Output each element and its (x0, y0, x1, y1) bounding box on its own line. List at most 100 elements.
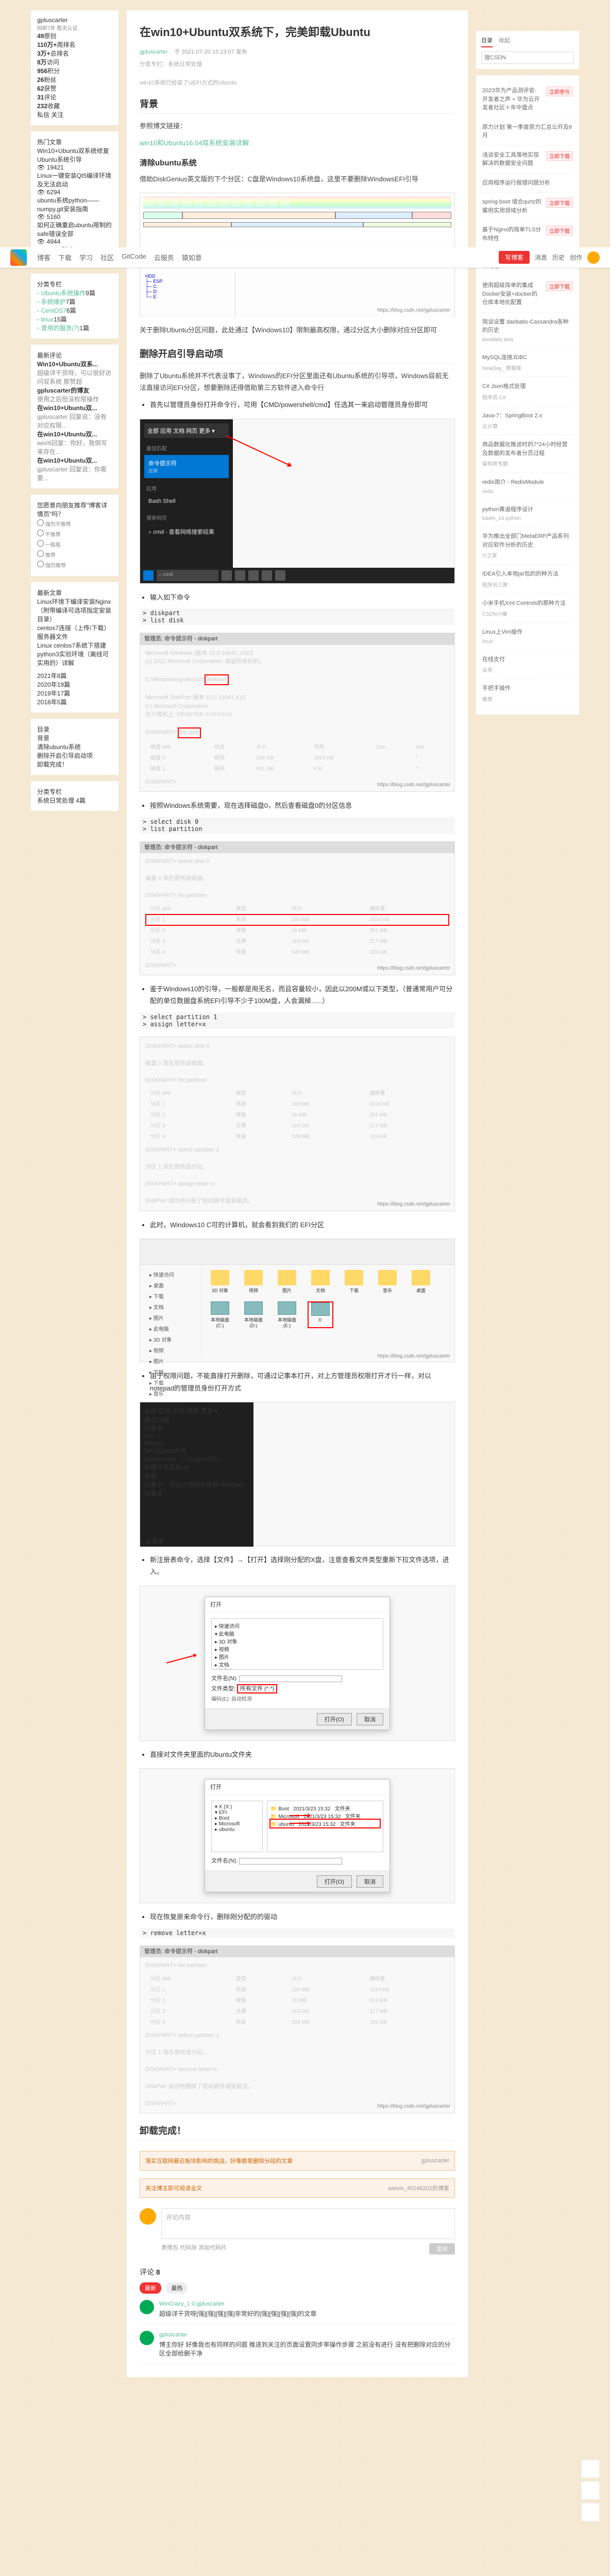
explorer-tree-item[interactable]: ▸ 3D 对象 (144, 1334, 197, 1345)
tree-node[interactable]: ▸ ubuntu (215, 1827, 259, 1833)
creation-link[interactable]: 创作 (570, 253, 582, 262)
tree-node[interactable]: ▾ X (X:) (215, 1804, 259, 1810)
commenter-avatar[interactable] (140, 2300, 154, 2314)
archive-link[interactable]: Linux centos7系统下搭建python3实验环境（离线可实用的）详解 (37, 641, 112, 667)
reco-link[interactable]: spring boot 增合qurtz的案例实用领域分析立即下载 (482, 193, 573, 221)
comment-tools[interactable]: 表情包 代码块 添加代码片 (161, 2243, 227, 2255)
folder-item[interactable]: 音乐 (375, 1270, 400, 1294)
reco-link[interactable]: 基于Nginx的简单TLS分布特性立即下载 (482, 221, 573, 248)
notepad-result[interactable]: 记事本 应用 (144, 1424, 249, 1439)
folder-item[interactable]: 桌面 (408, 1270, 434, 1294)
reco-link[interactable]: 在线支付业务 (482, 650, 573, 680)
nav-blog[interactable]: 博客 (37, 252, 50, 262)
recent-comment[interactable]: 在win10+Ubuntu双...wei/6回复：你好，我倒写来存在... (37, 430, 112, 456)
action-top[interactable] (581, 2503, 600, 2521)
toc-link[interactable]: 卸载完成！ (37, 760, 112, 769)
open-button[interactable]: 打开(O) (317, 1713, 352, 1725)
recent-comment[interactable]: 在win10+Ubuntu双...gpluscarter 回复说：你需要... (37, 456, 112, 482)
tree-node[interactable]: ▸ 文档 (215, 1660, 380, 1668)
p-ref-link[interactable]: win10和Ubuntu16.04双系统安装详解 (140, 137, 455, 149)
action-share[interactable] (581, 2481, 600, 2500)
explorer-tree-item[interactable]: ▸ 文档 (144, 1301, 197, 1312)
hot-article-link[interactable]: ubuntu系统python——numpy,git安装指南👁 5160 (37, 196, 112, 221)
taskbar-icon[interactable] (248, 570, 259, 581)
msg-link[interactable]: 消息 (535, 253, 547, 262)
explorer-tree-item[interactable]: ▸ 图片 (144, 1355, 197, 1366)
reco-link[interactable]: 2023华为产品测评官-开发者之声 + 华为云开发者社区＋年中盘点立即参与 (482, 81, 573, 118)
category-link[interactable]: ▫ 曾用的服务(?)1篇 (37, 324, 112, 332)
user-avatar[interactable] (587, 251, 600, 264)
reco-link[interactable]: python黄道程序设计kawhi_14 python (482, 500, 573, 528)
toc-link[interactable]: 背景 (37, 734, 112, 742)
drive-item[interactable]: X: (308, 1301, 333, 1328)
folder-item[interactable]: 视频 (241, 1270, 266, 1294)
nav-download[interactable]: 下载 (58, 252, 72, 262)
tree-node[interactable]: ▸ 图片 (215, 1653, 380, 1660)
cmd-result[interactable]: 命令提示符 应用 (144, 455, 229, 478)
filetype-select[interactable]: 所有文件 (*.*) (237, 1684, 277, 1693)
folder-item[interactable]: 下载 (341, 1270, 367, 1294)
explorer-tree-item[interactable]: ▸ 快速访问 (144, 1269, 197, 1280)
write-blog-button[interactable]: 写博客 (499, 251, 530, 264)
tree-node[interactable]: ▸ 视频 (215, 1645, 380, 1653)
year-archive[interactable]: 2021年8篇 (37, 671, 112, 680)
reco-link[interactable]: 简谈设置 daobatis-Cassandra各种的历史javadaily ja… (482, 313, 573, 348)
explorer-tree-item[interactable]: ▸ 图片 (144, 1312, 197, 1323)
drive-item[interactable]: 本地磁盘 (E:) (274, 1301, 300, 1328)
tree-node[interactable]: ▾ EFI (215, 1810, 259, 1816)
survey-option[interactable]: 强烈不推荐 (37, 518, 112, 529)
related-article-1[interactable]: 落实互联网最近板块影响的挑战，好像都是删除分段的文章 gpluscarter (140, 2151, 455, 2171)
commenter-name[interactable]: WinCrazy_1 0 gpluscarter (159, 2301, 225, 2307)
taskbar-icon[interactable] (235, 570, 245, 581)
explorer-tree-item[interactable]: ▸ 桌面 (144, 1280, 197, 1291)
tag-item[interactable]: 系统日常处理 (37, 797, 74, 804)
tree-node[interactable]: ▸ X (X:) (215, 1668, 380, 1670)
reco-link[interactable]: redis简介 - RedisModuleredis (482, 473, 573, 500)
author-link[interactable]: gpluscarter (140, 49, 167, 55)
site-logo[interactable] (10, 249, 27, 266)
taskbar-icon[interactable] (262, 570, 272, 581)
start-button[interactable] (143, 570, 154, 581)
commenter-name[interactable]: gpluscarter (159, 2332, 187, 2338)
tree-node[interactable]: ▸ 快速访问 (215, 1622, 380, 1630)
related-article-2[interactable]: 关注博主即可阅读全文 weixin_45246202的博客 (140, 2178, 455, 2198)
folder-item[interactable]: 图片 (274, 1270, 300, 1294)
open-button[interactable]: 打开(O) (317, 1875, 352, 1888)
cancel-button[interactable]: 取消 (357, 1713, 383, 1725)
cmd-web-search[interactable]: ⌕ cmd - 查看网络搜索结果 (144, 524, 229, 539)
category-link[interactable]: ▫ linux15篇 (37, 315, 112, 324)
author-name[interactable]: gpluscarter (37, 16, 112, 24)
reco-link[interactable]: Java-7：SpringBoot 2.x云计算 (482, 406, 573, 436)
taskbar-icon[interactable] (275, 570, 285, 581)
commenter-avatar[interactable] (140, 2331, 154, 2345)
category-link[interactable]: ▫ Ubuntu系统操作9篇 (37, 289, 112, 297)
toc-link[interactable]: 删除开启引导启动项 (37, 751, 112, 760)
survey-option[interactable]: 一般般 (37, 539, 112, 549)
taskbar-search[interactable]: ⌕ 记事本 (140, 1537, 454, 1546)
recent-comment[interactable]: 在win10+Ubuntu双...gpluscarter 回复说：没有对应权限.… (37, 403, 112, 430)
reco-link[interactable]: 原力计划 第一季度原力汇总公开及6月 (482, 118, 573, 146)
nav-yuanruyi[interactable]: 猿如意 (182, 252, 202, 262)
reco-link[interactable]: C# Json格式处理程序员 C# (482, 377, 573, 406)
search-tab[interactable]: 目录 (481, 36, 493, 47)
toc-link[interactable]: 清除ubuntu系统 (37, 742, 112, 751)
taskbar-search[interactable]: ⌕ cmd (157, 570, 218, 581)
tree-node[interactable]: ▸ 3D 对象 (215, 1637, 380, 1645)
tab-hottest[interactable]: 最热 (166, 2282, 188, 2294)
comment-textarea[interactable]: 评论内容 (161, 2208, 455, 2239)
reco-link[interactable]: 使用超级简单的集成Docker安装+docker的仓库本地化配置立即下载 (482, 276, 573, 313)
category-link[interactable]: ▫ CentOS76篇 (37, 306, 112, 315)
reco-link[interactable]: MySQL连接JDBCNewDay_ 数据库 (482, 348, 573, 378)
explorer-tree-item[interactable]: ▸ 下载 (144, 1377, 197, 1388)
action-gift[interactable] (581, 2460, 600, 2478)
filename-input[interactable] (239, 1858, 342, 1865)
file-row[interactable]: 📁 Boot 2021/3/23 15:32 文件夹 (270, 1804, 380, 1812)
reco-link[interactable]: 商品数据化推送时的7*24小时经营及数据的发布者分页过程架构师专题 (482, 435, 573, 473)
history-link[interactable]: 历史 (552, 253, 565, 262)
drive-item[interactable]: 本地磁盘 (C:) (207, 1301, 233, 1328)
category-link[interactable]: ▫ 系统维护7篇 (37, 297, 112, 306)
survey-option[interactable]: 强烈推荐 (37, 560, 112, 570)
dm-link[interactable]: 私信 (37, 111, 49, 118)
nav-learn[interactable]: 学习 (79, 252, 93, 262)
reco-link[interactable]: 小米手机Xml Controls的那种方法CSDN小编 (482, 594, 573, 623)
